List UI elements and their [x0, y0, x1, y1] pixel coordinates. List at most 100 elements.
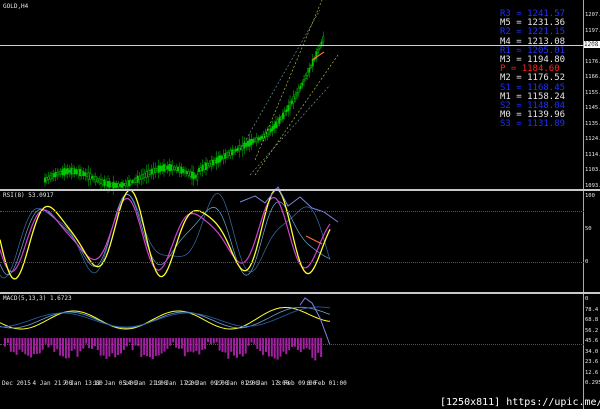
candle-body: [154, 167, 157, 173]
candle-body: [52, 173, 55, 178]
candle-body: [259, 136, 262, 140]
histogram-bar: [143, 338, 146, 356]
rsi-main-line: [0, 188, 331, 280]
histogram-bar: [67, 338, 70, 358]
rsi-pane-label: RSI(8) 53.0917: [3, 192, 54, 199]
candle-body: [215, 157, 218, 164]
candle-body: [194, 175, 197, 179]
candle-body: [156, 168, 158, 172]
candle-body: [142, 173, 144, 179]
histogram-bar: [311, 338, 314, 358]
candle-body: [105, 181, 108, 186]
candle-body: [65, 168, 67, 175]
candle-body: [189, 171, 192, 177]
candle-body: [178, 166, 181, 173]
candle-body: [297, 87, 300, 94]
histogram-bar: [233, 338, 236, 356]
candle-body: [112, 181, 115, 189]
candle-body: [219, 155, 221, 163]
macd-pane-label: MACD(5,13,3) 1.6723: [3, 295, 72, 302]
histogram-bar: [238, 338, 241, 355]
candle-body: [306, 71, 309, 76]
histogram-bar: [314, 338, 317, 361]
candle-body: [47, 176, 50, 180]
candle-body: [185, 171, 188, 174]
candle-body: [236, 147, 239, 151]
rsi-signal-line: [0, 196, 331, 273]
macd-scale-tick: 34.0: [585, 348, 599, 355]
histogram-bar: [279, 338, 282, 357]
histogram-bar: [146, 338, 149, 357]
main-price-tick: 1166.3: [585, 74, 600, 80]
pane-separator-2[interactable]: [0, 292, 600, 294]
pivot-name: S3: [500, 119, 511, 130]
candle-body: [166, 165, 169, 170]
trendlines: [239, 0, 339, 176]
candle-body: [252, 139, 255, 143]
candlesticks: [44, 31, 325, 195]
candle-body: [131, 180, 134, 184]
candle-body: [117, 183, 120, 188]
macd-main-line: [0, 307, 331, 330]
candle-body: [301, 82, 304, 86]
macd-scale-tick: 12.6: [585, 369, 599, 376]
histogram-bar: [236, 338, 238, 358]
candle-body: [226, 152, 228, 158]
histogram-bar: [276, 338, 279, 360]
histogram-bar: [151, 338, 154, 360]
candle-body: [122, 183, 125, 187]
candle-body: [222, 154, 225, 159]
candle-body: [149, 170, 151, 176]
candle-body: [61, 169, 64, 176]
rsi-upper-level: [0, 211, 584, 213]
candle-body: [278, 117, 281, 124]
candle-body: [161, 165, 164, 171]
main-price-tick: 1093.6: [585, 182, 600, 189]
candle-body: [68, 169, 71, 173]
candle-body: [70, 167, 73, 175]
candle-body: [159, 165, 162, 172]
candle-body: [206, 163, 209, 168]
main-price-tick: 1197.6: [585, 27, 600, 34]
candle-body: [82, 171, 85, 177]
candle-body: [114, 182, 116, 188]
candle-body: [285, 109, 288, 113]
histogram-bar: [320, 338, 323, 358]
main-price-tick: 1155.5: [585, 89, 600, 96]
candle-body: [238, 145, 241, 152]
candle-body: [49, 174, 52, 180]
candle-body: [268, 129, 270, 135]
candle-body: [198, 168, 200, 172]
histogram-bar: [105, 338, 108, 359]
histogram-bar: [59, 338, 62, 356]
candle-body: [145, 171, 148, 178]
wave-arrow-lower: [299, 297, 331, 346]
candle-body: [168, 164, 171, 172]
main-price-tick: 1145.4: [585, 105, 600, 111]
candle-body: [115, 182, 118, 188]
main-price-tick: 1135.0: [585, 120, 600, 127]
candle-body: [303, 79, 305, 82]
pane-separator-1[interactable]: [0, 189, 600, 191]
histogram-bar: [30, 338, 33, 358]
histogram-bar: [102, 338, 105, 356]
candle-body: [87, 172, 90, 180]
candle-body: [73, 168, 76, 175]
candle-body: [213, 159, 216, 164]
candle-body: [271, 126, 274, 131]
candle-body: [72, 168, 74, 174]
candle-body: [282, 112, 284, 119]
candle-body: [170, 164, 172, 172]
macd-scale-tick: 0.2955: [585, 380, 600, 386]
candle-body: [133, 178, 136, 183]
candle-body: [234, 149, 237, 152]
candle-body: [248, 139, 251, 147]
candle-body: [119, 183, 122, 187]
candle-body: [275, 121, 277, 128]
candle-body: [261, 135, 263, 139]
candle-body: [287, 105, 290, 112]
candle-body: [177, 167, 179, 172]
pivot-row-s3: S3 = 1131.89: [500, 120, 565, 129]
trend-line: [254, 54, 339, 176]
histogram-bar: [114, 338, 117, 358]
